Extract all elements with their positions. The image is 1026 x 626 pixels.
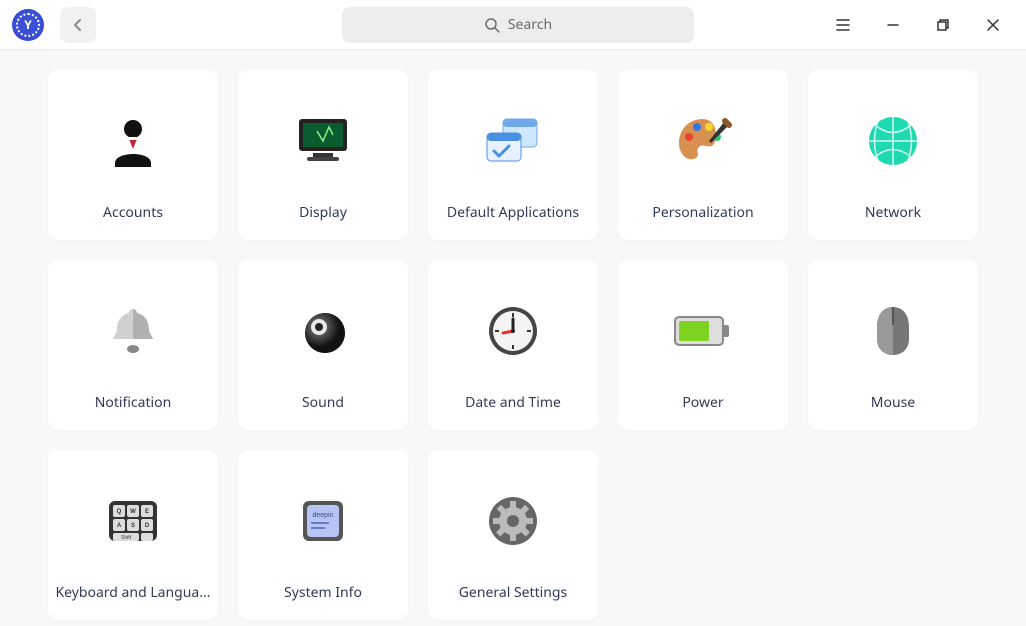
search-input[interactable]: Search xyxy=(342,7,694,43)
card-notification[interactable]: Notification xyxy=(48,260,218,430)
card-personalization[interactable]: Personalization xyxy=(618,70,788,240)
chevron-left-icon xyxy=(72,18,84,32)
card-sound[interactable]: Sound xyxy=(238,260,408,430)
minimize-button[interactable] xyxy=(868,0,918,50)
close-icon xyxy=(986,18,1000,32)
svg-text:Shift: Shift xyxy=(121,535,132,541)
svg-text:Q: Q xyxy=(117,509,122,515)
settings-content: Accounts Display Default Applications Pe… xyxy=(0,50,1026,626)
settings-grid: Accounts Display Default Applications Pe… xyxy=(48,70,978,620)
card-label: Sound xyxy=(244,393,402,412)
default-apps-icon xyxy=(434,88,592,193)
card-network[interactable]: Network xyxy=(808,70,978,240)
back-button[interactable] xyxy=(60,7,96,43)
card-label: Notification xyxy=(54,393,212,412)
card-power[interactable]: Power xyxy=(618,260,788,430)
card-label: General Settings xyxy=(434,583,592,602)
card-label: Power xyxy=(624,393,782,412)
network-icon xyxy=(814,88,972,193)
keyboard-icon: Q W E A S D Shift xyxy=(54,468,212,573)
mouse-icon xyxy=(814,278,972,383)
card-keyboard[interactable]: Q W E A S D Shift Keyboard and Langua... xyxy=(48,450,218,620)
titlebar: Y Search xyxy=(0,0,1026,50)
svg-text:S: S xyxy=(131,523,135,529)
card-label: Network xyxy=(814,203,972,222)
display-icon xyxy=(244,88,402,193)
accounts-icon xyxy=(54,88,212,193)
card-label: Date and Time xyxy=(434,393,592,412)
svg-text:W: W xyxy=(130,509,136,515)
personalization-icon xyxy=(624,88,782,193)
window-controls xyxy=(818,0,1018,50)
svg-text:A: A xyxy=(117,523,122,529)
maximize-icon xyxy=(936,18,950,32)
close-button[interactable] xyxy=(968,0,1018,50)
card-mouse[interactable]: Mouse xyxy=(808,260,978,430)
card-label: Personalization xyxy=(624,203,782,222)
sysinfo-icon: deepin xyxy=(244,468,402,573)
notification-icon xyxy=(54,278,212,383)
card-label: System Info xyxy=(244,583,402,602)
app-logo: Y xyxy=(12,9,44,41)
card-datetime[interactable]: Date and Time xyxy=(428,260,598,430)
svg-text:D: D xyxy=(145,523,150,529)
sound-icon xyxy=(244,278,402,383)
card-display[interactable]: Display xyxy=(238,70,408,240)
card-sysinfo[interactable]: deepin System Info xyxy=(238,450,408,620)
card-accounts[interactable]: Accounts xyxy=(48,70,218,240)
menu-button[interactable] xyxy=(818,0,868,50)
menu-icon xyxy=(836,19,850,31)
card-label: Display xyxy=(244,203,402,222)
svg-text:E: E xyxy=(145,509,149,515)
maximize-button[interactable] xyxy=(918,0,968,50)
search-placeholder: Search xyxy=(508,15,552,34)
card-label: Default Applications xyxy=(434,203,592,222)
card-label: Accounts xyxy=(54,203,212,222)
card-label: Mouse xyxy=(814,393,972,412)
svg-text:deepin: deepin xyxy=(312,512,333,519)
card-default-apps[interactable]: Default Applications xyxy=(428,70,598,240)
card-general[interactable]: General Settings xyxy=(428,450,598,620)
minimize-icon xyxy=(886,18,900,32)
card-label: Keyboard and Langua... xyxy=(54,583,212,602)
gear-icon xyxy=(434,468,592,573)
battery-icon xyxy=(624,278,782,383)
clock-icon xyxy=(434,278,592,383)
search-icon xyxy=(484,17,500,33)
